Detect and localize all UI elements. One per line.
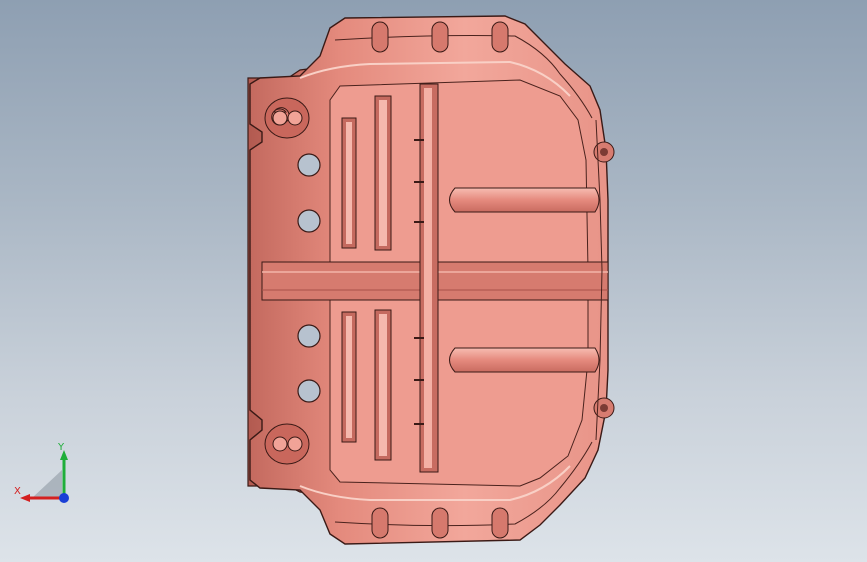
keyhole-mount-bottom (264, 423, 310, 465)
x-axis-label: X (14, 486, 21, 497)
y-axis-label: Y (58, 442, 65, 453)
stiffening-rib-top (449, 187, 600, 213)
stamped-panel-model[interactable] (0, 0, 867, 562)
z-axis-dot (59, 493, 69, 503)
coordinate-triad (20, 450, 69, 503)
stiffening-rib-bottom (449, 347, 600, 373)
graphics-viewport[interactable]: X Y (0, 0, 867, 562)
keyhole-mount-top (264, 97, 310, 139)
